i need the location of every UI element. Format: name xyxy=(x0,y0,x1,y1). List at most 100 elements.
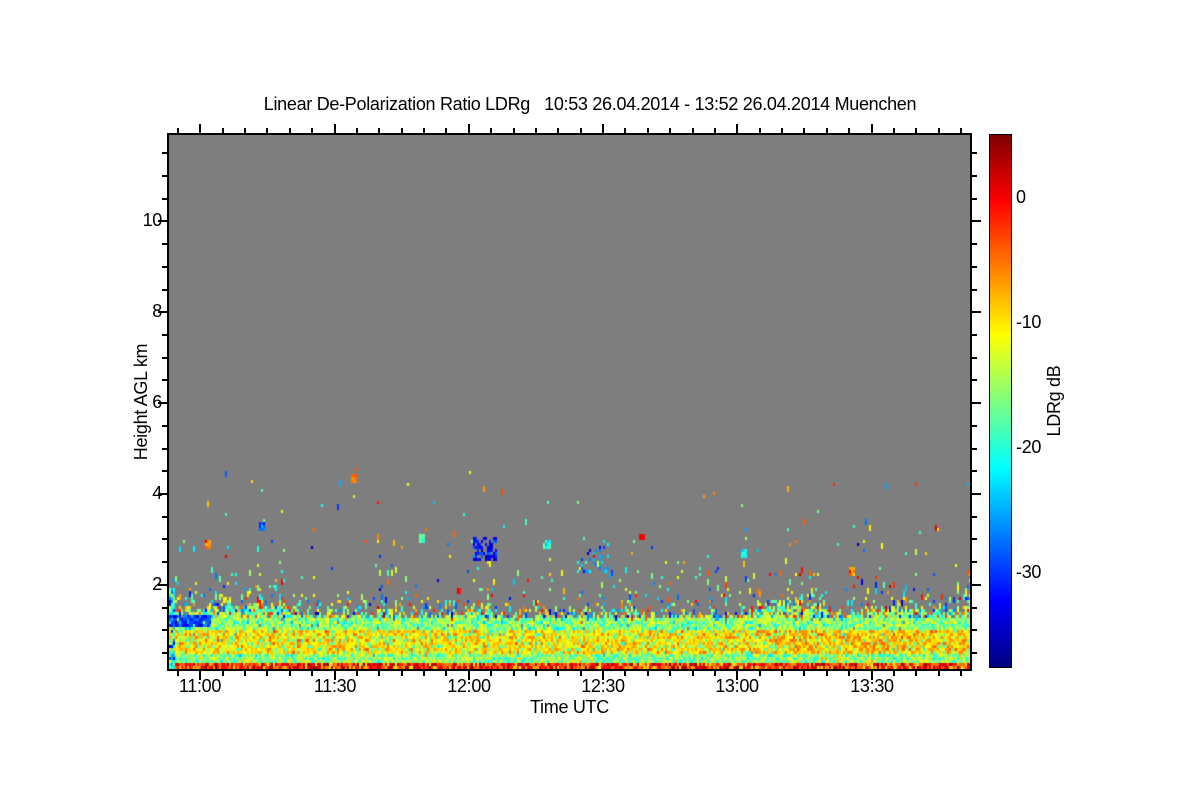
tick-mark xyxy=(647,128,649,133)
tick-mark xyxy=(624,128,626,133)
tick-mark xyxy=(162,334,167,336)
chart-title: Linear De-Polarization Ratio LDRg 10:53 … xyxy=(263,94,917,114)
y-tick-label: 2 xyxy=(152,574,162,594)
colorbar-canvas xyxy=(990,135,1011,667)
tick-mark xyxy=(972,584,981,586)
y-tick-label: 4 xyxy=(152,483,162,503)
tick-mark xyxy=(915,128,917,133)
tick-mark xyxy=(468,124,470,133)
tick-mark xyxy=(162,561,167,563)
tick-mark xyxy=(266,128,268,133)
tick-mark xyxy=(871,124,873,133)
tick-mark xyxy=(162,379,167,381)
tick-mark xyxy=(199,124,201,133)
tick-mark xyxy=(972,402,981,404)
tick-mark xyxy=(445,128,447,133)
tick-mark xyxy=(311,128,313,133)
tick-mark xyxy=(162,538,167,540)
tick-mark xyxy=(893,128,895,133)
tick-mark xyxy=(162,152,167,154)
x-tick-label: 11:00 xyxy=(178,676,222,696)
tick-mark xyxy=(972,198,977,200)
tick-mark xyxy=(972,379,977,381)
tick-mark xyxy=(162,266,167,268)
tick-mark xyxy=(972,289,977,291)
x-tick-label: 11:30 xyxy=(313,676,357,696)
tick-mark xyxy=(334,124,336,133)
tick-mark xyxy=(759,128,761,133)
colorbar-tick-label: -30 xyxy=(1016,562,1042,582)
tick-mark xyxy=(535,128,537,133)
tick-mark xyxy=(972,538,977,540)
tick-mark xyxy=(972,220,981,222)
tick-mark xyxy=(669,671,671,676)
tick-mark xyxy=(960,671,962,676)
tick-mark xyxy=(423,128,425,133)
tick-mark xyxy=(289,128,291,133)
colorbar-tick-label: -10 xyxy=(1016,312,1042,332)
tick-mark xyxy=(162,243,167,245)
tick-mark xyxy=(162,357,167,359)
tick-mark xyxy=(848,128,850,133)
x-tick-label: 13:30 xyxy=(850,676,894,696)
tick-mark xyxy=(490,128,492,133)
tick-mark xyxy=(803,128,805,133)
tick-mark xyxy=(692,128,694,133)
tick-mark xyxy=(177,128,179,133)
tick-mark xyxy=(972,561,977,563)
tick-mark xyxy=(938,128,940,133)
tick-mark xyxy=(972,175,977,177)
tick-mark xyxy=(781,128,783,133)
tick-mark xyxy=(244,128,246,133)
tick-mark xyxy=(960,128,962,133)
tick-mark xyxy=(972,357,977,359)
tick-mark xyxy=(826,128,828,133)
tick-mark xyxy=(803,671,805,676)
tick-mark xyxy=(162,652,167,654)
tick-mark xyxy=(401,671,403,676)
tick-mark xyxy=(602,124,604,133)
tick-mark xyxy=(378,128,380,133)
tick-mark xyxy=(938,671,940,676)
y-tick-label: 6 xyxy=(152,392,162,412)
tick-mark xyxy=(669,128,671,133)
tick-mark xyxy=(972,425,977,427)
tick-mark xyxy=(972,493,981,495)
colorbar-title: LDRg dB xyxy=(1044,365,1064,437)
tick-mark xyxy=(972,470,977,472)
tick-mark xyxy=(162,470,167,472)
tick-mark xyxy=(714,128,716,133)
tick-mark xyxy=(972,334,977,336)
tick-mark xyxy=(162,425,167,427)
x-tick-label: 12:00 xyxy=(447,676,491,696)
y-tick-label: 8 xyxy=(152,301,162,321)
tick-mark xyxy=(162,629,167,631)
tick-mark xyxy=(736,124,738,133)
tick-mark xyxy=(162,175,167,177)
tick-mark xyxy=(513,128,515,133)
heatmap-canvas xyxy=(169,135,970,669)
tick-mark xyxy=(972,266,977,268)
y-tick-label: 10 xyxy=(142,210,163,230)
tick-mark xyxy=(222,128,224,133)
tick-mark xyxy=(580,128,582,133)
tick-mark xyxy=(972,629,977,631)
x-tick-label: 12:30 xyxy=(581,676,625,696)
tick-mark xyxy=(972,243,977,245)
tick-mark xyxy=(356,128,358,133)
tick-mark xyxy=(557,128,559,133)
x-tick-label: 13:00 xyxy=(715,676,759,696)
tick-mark xyxy=(972,516,977,518)
tick-mark xyxy=(972,311,981,313)
x-axis-title: Time UTC xyxy=(530,697,609,717)
tick-mark xyxy=(162,448,167,450)
tick-mark xyxy=(535,671,537,676)
colorbar-tick-label: -20 xyxy=(1016,437,1042,457)
tick-mark xyxy=(972,448,977,450)
tick-mark xyxy=(162,607,167,609)
tick-mark xyxy=(266,671,268,676)
tick-mark xyxy=(162,289,167,291)
tick-mark xyxy=(401,128,403,133)
colorbar-tick-label: 0 xyxy=(1016,187,1026,207)
tick-mark xyxy=(162,516,167,518)
